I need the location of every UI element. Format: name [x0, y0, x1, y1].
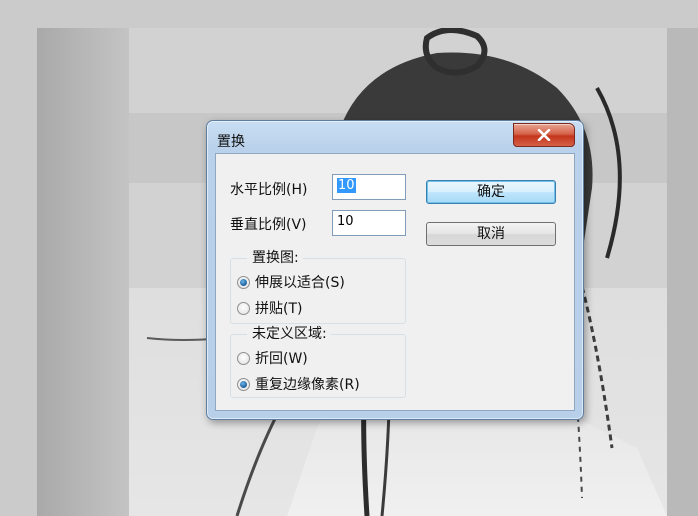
horizontal-scale-value: 10: [337, 178, 356, 193]
undefined-areas-title: 未定义区域:: [247, 326, 331, 342]
radio-button-checked[interactable]: [237, 377, 250, 391]
horizontal-scale-input[interactable]: 10: [332, 174, 406, 200]
radio-repeat-edge-pixels-label: 重复边缘像素(R): [255, 377, 360, 393]
dialog-body: 水平比例(H) 10 垂直比例(V) 10 确定 取消 置换图: 伸展以适合(S…: [215, 153, 575, 411]
radio-stretch-to-fit-label: 伸展以适合(S): [255, 275, 345, 291]
radio-wrap-around[interactable]: 折回(W): [237, 349, 308, 367]
radio-button-unchecked[interactable]: [237, 301, 250, 315]
displace-dialog: 置换 水平比例(H) 10 垂直比例(V) 10 确定 取消 置换图: 伸展以适…: [206, 120, 584, 420]
radio-button-checked[interactable]: [237, 275, 250, 289]
close-icon: [537, 129, 551, 141]
vertical-scale-label: 垂直比例(V): [230, 217, 307, 233]
radio-tile[interactable]: 拼贴(T): [237, 299, 302, 317]
radio-wrap-around-label: 折回(W): [255, 351, 308, 367]
displacement-map-title: 置换图:: [247, 250, 303, 266]
vertical-scale-value: 10: [337, 214, 354, 229]
radio-repeat-edge-pixels[interactable]: 重复边缘像素(R): [237, 375, 360, 393]
radio-tile-label: 拼贴(T): [255, 301, 303, 317]
horizontal-scale-label: 水平比例(H): [230, 182, 308, 198]
vertical-scale-input[interactable]: 10: [332, 210, 406, 236]
dialog-title: 置换: [217, 134, 245, 150]
ok-button[interactable]: 确定: [426, 180, 556, 204]
undefined-areas-group: 未定义区域: 折回(W) 重复边缘像素(R): [230, 326, 406, 398]
radio-stretch-to-fit[interactable]: 伸展以适合(S): [237, 273, 345, 291]
displacement-map-group: 置换图: 伸展以适合(S) 拼贴(T): [230, 250, 406, 324]
cancel-button[interactable]: 取消: [426, 222, 556, 246]
close-button[interactable]: [513, 123, 575, 147]
radio-button-unchecked[interactable]: [237, 351, 250, 365]
